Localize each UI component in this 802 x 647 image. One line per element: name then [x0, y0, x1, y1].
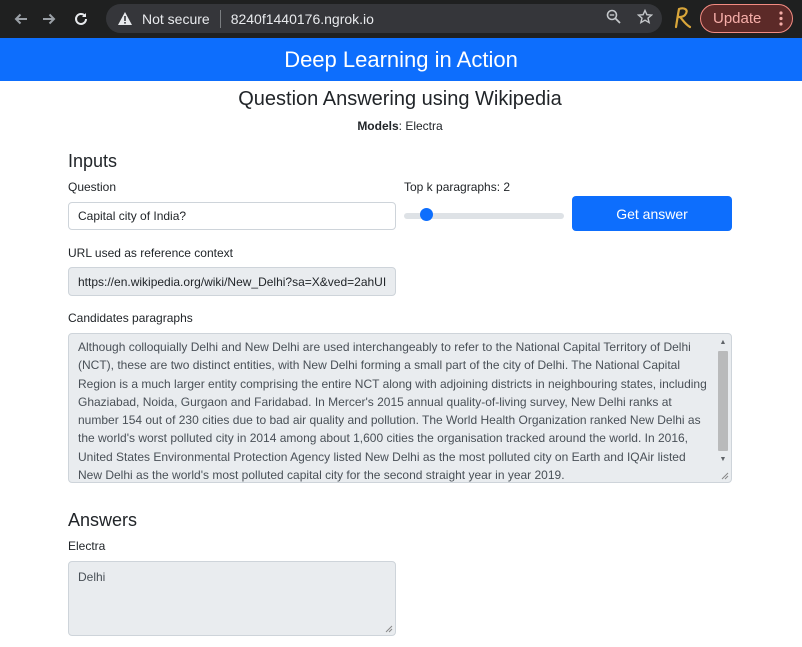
slider-thumb[interactable] — [420, 208, 434, 221]
url-label: URL used as reference context — [68, 246, 233, 260]
url-divider — [219, 9, 221, 28]
reload-icon[interactable] — [68, 6, 94, 32]
address-bar[interactable]: Not secure 8240f1440176.ngrok.io — [106, 4, 662, 33]
answer-model-label: Electra — [68, 539, 106, 553]
url-value: https://en.wikipedia.org/wiki/New_Delhi?… — [78, 274, 387, 289]
topk-slider[interactable] — [404, 208, 564, 224]
answer-textarea[interactable]: Delhi — [68, 561, 396, 636]
menu-dots-icon[interactable] — [779, 11, 783, 29]
zoom-icon[interactable] — [604, 9, 622, 28]
scroll-up-icon[interactable]: ▲ — [719, 339, 727, 347]
security-status[interactable]: Not secure — [142, 11, 210, 27]
scroll-down-icon[interactable]: ▼ — [719, 456, 727, 464]
update-button[interactable]: Update — [700, 4, 793, 33]
question-input[interactable]: Capital city of India? — [68, 202, 396, 230]
resize-grip-icon[interactable] — [385, 625, 393, 633]
get-answer-button[interactable]: Get answer — [572, 196, 732, 231]
back-arrow-icon[interactable] — [8, 6, 34, 32]
star-icon[interactable] — [636, 8, 654, 29]
candidates-text: Although colloquially Delhi and New Delh… — [78, 340, 707, 483]
forward-arrow-icon[interactable] — [36, 6, 62, 32]
extension-icon[interactable] — [671, 6, 693, 30]
url-input[interactable]: https://en.wikipedia.org/wiki/New_Delhi?… — [68, 267, 396, 296]
candidates-label: Candidates paragraphs — [68, 311, 193, 325]
update-label: Update — [713, 10, 762, 27]
warning-icon — [116, 10, 134, 28]
models-label: Models — [357, 119, 399, 133]
candidates-scrollbar[interactable]: ▲ ▼ — [718, 337, 728, 466]
question-value: Capital city of India? — [78, 209, 187, 223]
answers-heading: Answers — [68, 510, 138, 530]
get-answer-label: Get answer — [616, 205, 688, 222]
answer-text: Delhi — [78, 570, 106, 584]
url-text[interactable]: 8240f1440176.ngrok.io — [231, 11, 374, 27]
page-title: Question Answering using Wikipedia — [238, 88, 562, 110]
banner-title: Deep Learning in Action — [284, 46, 518, 72]
models-line: Models: Electra — [0, 119, 800, 133]
question-label: Question — [68, 180, 117, 194]
resize-grip-icon[interactable] — [721, 472, 729, 480]
candidates-textarea[interactable]: Although colloquially Delhi and New Delh… — [68, 333, 732, 483]
scroll-thumb[interactable] — [718, 351, 728, 451]
inputs-heading: Inputs — [68, 151, 118, 171]
models-value: : Electra — [398, 119, 443, 133]
topk-label: Top k paragraphs: 2 — [404, 180, 511, 194]
app-banner: Deep Learning in Action — [0, 38, 802, 81]
